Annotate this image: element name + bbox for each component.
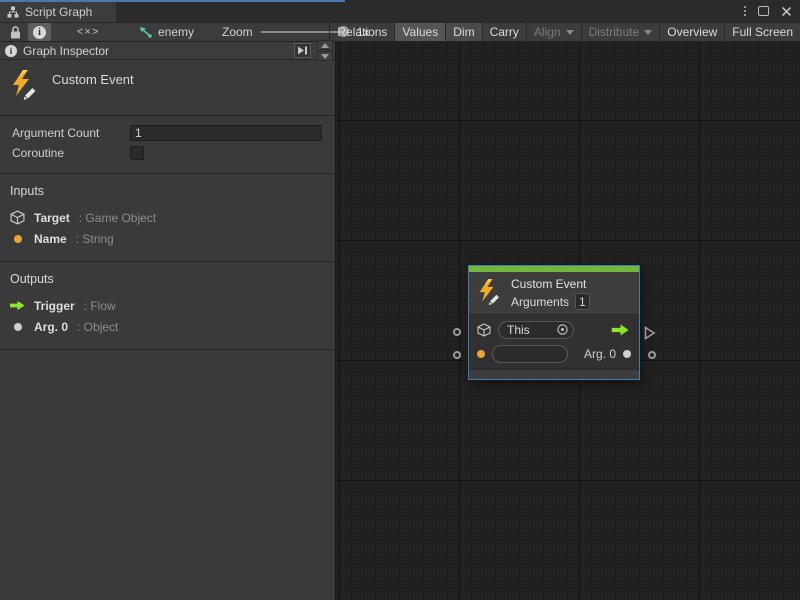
input-port-row: Name : String <box>10 228 325 249</box>
graph-toolbar: i <×> enemy Zoom 1x Relations <box>0 22 800 42</box>
script-graph-window: Script Graph i <×> <box>0 0 800 600</box>
coroutine-label: Coroutine <box>12 146 130 160</box>
tab-script-graph[interactable]: Script Graph <box>0 2 116 22</box>
code-icon: <×> <box>77 26 99 38</box>
arguments-count-badge[interactable]: 1 <box>575 293 590 310</box>
node-header[interactable]: Custom Event Arguments 1 <box>469 272 639 315</box>
info-icon: i <box>5 45 17 57</box>
flow-arrow-icon <box>10 300 25 311</box>
inputs-heading: Inputs <box>10 184 325 198</box>
object-value-icon <box>14 323 22 331</box>
dock-panel-button[interactable] <box>294 43 311 58</box>
maximize-icon[interactable] <box>758 6 769 16</box>
output-flow-port[interactable] <box>644 326 656 340</box>
node-footer <box>469 369 639 379</box>
target-object-value: This <box>507 323 530 337</box>
arguments-label: Arguments <box>511 295 569 309</box>
spinner-down-button[interactable] <box>317 51 333 61</box>
custom-event-node[interactable]: Custom Event Arguments 1 This <box>468 265 640 380</box>
unit-summary: Custom Event <box>0 60 335 116</box>
node-arg0-row: Arg. 0 <box>477 343 631 364</box>
graph-hierarchy-icon <box>7 6 19 18</box>
argument-count-row: Argument Count <box>12 123 323 143</box>
cube-icon <box>10 210 25 225</box>
carry-button[interactable]: Carry <box>482 23 526 41</box>
zoom-label: Zoom <box>222 25 253 39</box>
relations-button[interactable]: Relations <box>329 23 394 41</box>
close-icon[interactable] <box>781 6 792 17</box>
window-menu-icon[interactable] <box>744 6 746 16</box>
node-arguments-row: Arguments 1 <box>511 293 590 310</box>
distribute-dropdown[interactable]: Distribute <box>581 23 660 41</box>
window-controls <box>744 4 792 18</box>
object-value-icon <box>623 350 631 358</box>
graph-inspector-panel: i Graph Inspector Custom Event <box>0 42 336 600</box>
outputs-section: Outputs Trigger : Flow Arg. 0 : Object <box>0 262 335 350</box>
object-picker-icon[interactable] <box>556 323 569 336</box>
output-port-row: Trigger : Flow <box>10 295 325 316</box>
unit-title: Custom Event <box>52 69 134 103</box>
inspector-title: Graph Inspector <box>23 44 109 58</box>
input-port-row: Target : Game Object <box>10 207 325 228</box>
full-screen-button[interactable]: Full Screen <box>724 23 800 41</box>
cube-icon <box>477 323 491 337</box>
string-value-icon <box>14 235 22 243</box>
custom-event-icon <box>10 69 40 103</box>
lock-icon <box>10 26 21 39</box>
string-value-icon <box>477 350 485 358</box>
graph-pointer-icon <box>138 26 152 38</box>
graph-ref-label[interactable]: enemy <box>158 25 194 39</box>
flow-arrow-icon <box>610 324 631 336</box>
edit-script-button[interactable]: <×> <box>72 23 104 41</box>
output-value-port[interactable] <box>648 351 656 359</box>
input-flow-port[interactable] <box>453 328 461 336</box>
inputs-section: Inputs Target : Game Object Name : Strin… <box>0 174 335 262</box>
target-object-field[interactable]: This <box>498 321 574 339</box>
coroutine-row: Coroutine <box>12 143 323 163</box>
tab-label: Script Graph <box>25 5 92 19</box>
outputs-heading: Outputs <box>10 272 325 286</box>
node-target-row: This <box>477 319 631 340</box>
triangle-up-icon <box>321 43 329 48</box>
argument-count-input[interactable] <box>130 125 322 141</box>
tab-bar: Script Graph <box>0 0 800 22</box>
inspector-toggle-button[interactable]: i <box>28 23 51 41</box>
arg0-input-field[interactable] <box>492 345 568 363</box>
node-body: This <box>469 315 639 367</box>
argument-count-label: Argument Count <box>12 126 130 140</box>
arg0-label: Arg. 0 <box>584 347 616 361</box>
coroutine-checkbox[interactable] <box>130 146 144 160</box>
node-title: Custom Event <box>511 276 590 293</box>
align-dropdown[interactable]: Align <box>526 23 581 41</box>
lock-button[interactable] <box>5 23 26 41</box>
panel-spinner <box>317 40 333 61</box>
graph-canvas[interactable]: Custom Event Arguments 1 This <box>337 42 800 600</box>
overview-button[interactable]: Overview <box>659 23 724 41</box>
info-icon: i <box>33 26 46 39</box>
dock-right-icon <box>297 46 308 55</box>
values-button[interactable]: Values <box>394 23 445 41</box>
chevron-down-icon <box>644 30 652 35</box>
output-port-row: Arg. 0 : Object <box>10 316 325 337</box>
unit-settings: Argument Count Coroutine <box>0 116 335 174</box>
triangle-down-icon <box>321 54 329 59</box>
custom-event-icon <box>477 278 503 308</box>
spinner-up-button[interactable] <box>317 40 333 50</box>
chevron-down-icon <box>566 30 574 35</box>
toolbar-button-group: Relations Values Dim Carry Align Distrib… <box>329 23 800 41</box>
graph-inspector-header: i Graph Inspector <box>0 42 335 60</box>
dim-button[interactable]: Dim <box>445 23 481 41</box>
input-value-port[interactable] <box>453 351 461 359</box>
